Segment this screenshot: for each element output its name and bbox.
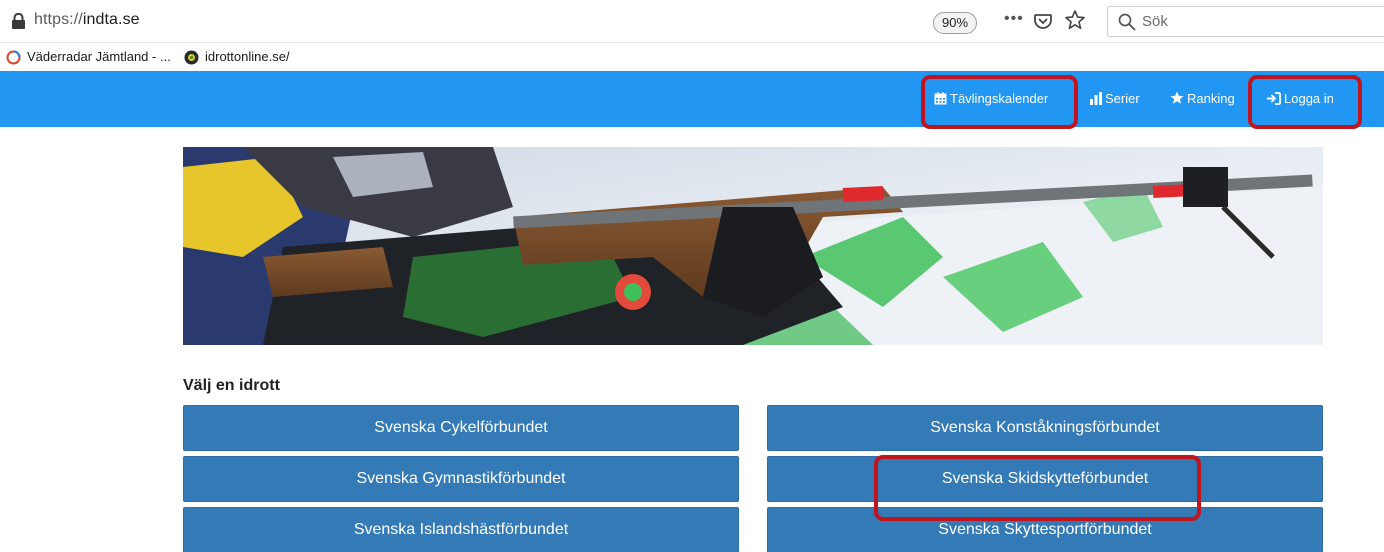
browser-search-input[interactable]: Sök [1107, 6, 1384, 37]
browser-toolbar: https://indta.se 90% ••• Sök [0, 0, 1384, 43]
sport-button-skidskytte[interactable]: Svenska Skidskytteförbundet [767, 456, 1323, 502]
bookmarks-bar: Väderradar Jämtland - ... idrottonline.s… [0, 44, 1384, 71]
bookmark-label: Väderradar Jämtland - ... [27, 49, 171, 64]
bookmark-label: idrottonline.se/ [205, 49, 290, 64]
nav-label: Serier [1105, 91, 1140, 106]
nav-logga-in[interactable]: Logga in [1266, 71, 1334, 127]
globe-icon [184, 50, 199, 65]
bar-chart-icon [1090, 92, 1102, 105]
section-heading: Välj en idrott [183, 377, 280, 394]
pocket-icon[interactable] [1033, 11, 1053, 31]
nav-serier[interactable]: Serier [1090, 71, 1140, 127]
zoom-indicator[interactable]: 90% [933, 12, 977, 34]
star-icon [1170, 91, 1184, 104]
nav-label: Tävlingskalender [950, 91, 1049, 106]
search-icon [1118, 13, 1136, 31]
sport-button-gymnastik[interactable]: Svenska Gymnastikförbundet [183, 456, 739, 502]
calendar-icon [934, 92, 947, 105]
bookmark-star-icon[interactable] [1064, 9, 1086, 31]
radar-icon [6, 50, 21, 65]
site-navbar: Tävlingskalender Serier Ranking Logga in [0, 71, 1384, 127]
url-scheme: https:// [34, 11, 83, 28]
bookmark-idrottonline[interactable]: idrottonline.se/ [184, 49, 290, 67]
nav-ranking[interactable]: Ranking [1170, 71, 1235, 127]
bookmark-vaderradar[interactable]: Väderradar Jämtland - ... [6, 49, 171, 67]
sport-button-islandshast[interactable]: Svenska Islandshästförbundet [183, 507, 739, 552]
sport-button-cykel[interactable]: Svenska Cykelförbundet [183, 405, 739, 451]
nav-label: Logga in [1284, 91, 1334, 106]
page-actions-icon[interactable]: ••• [1004, 10, 1024, 28]
lock-icon[interactable] [11, 13, 26, 29]
url-host: indta.se [82, 11, 140, 28]
sport-button-konstakning[interactable]: Svenska Konståkningsförbundet [767, 405, 1323, 451]
nav-tavlingskalender[interactable]: Tävlingskalender [934, 71, 1048, 127]
nav-label: Ranking [1187, 91, 1235, 106]
sign-in-icon [1266, 92, 1281, 105]
biathlon-banner-image [183, 147, 1323, 345]
search-placeholder: Sök [1142, 13, 1168, 30]
address-bar[interactable]: https://indta.se [34, 11, 140, 29]
sport-button-skyttesport[interactable]: Svenska Skyttesportförbundet [767, 507, 1323, 552]
